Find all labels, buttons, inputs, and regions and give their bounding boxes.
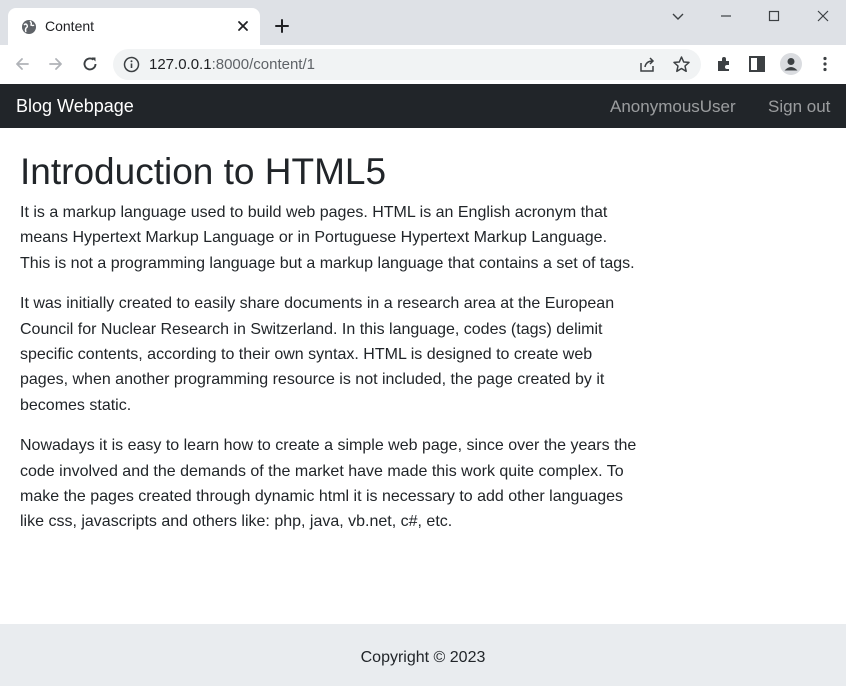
bookmark-star-icon[interactable]: [672, 55, 691, 74]
extensions-icon[interactable]: [714, 54, 734, 74]
close-tab-icon[interactable]: [235, 18, 251, 34]
new-tab-icon[interactable]: [273, 17, 291, 35]
profile-avatar-icon[interactable]: [779, 52, 803, 76]
article-paragraph: It is a markup language used to build we…: [20, 204, 635, 272]
url-path: :8000/content/1: [211, 56, 315, 73]
navbar-username[interactable]: AnonymousUser: [610, 97, 736, 117]
globe-icon: [22, 20, 36, 34]
side-panel-icon[interactable]: [747, 54, 767, 74]
tab-search-chevron-icon[interactable]: [668, 6, 688, 26]
article-title: Introduction to HTML5: [20, 151, 387, 192]
back-arrow-icon[interactable]: [12, 54, 32, 74]
browser-tab[interactable]: Content: [8, 8, 260, 45]
minimize-icon[interactable]: [716, 6, 736, 26]
article-paragraph: It was initially created to easily share…: [20, 295, 615, 414]
window-close-icon[interactable]: [813, 6, 833, 26]
browser-toolbar: 127.0.0.1:8000/content/1: [0, 45, 846, 84]
address-bar[interactable]: 127.0.0.1:8000/content/1: [113, 49, 701, 80]
site-info-icon[interactable]: [123, 56, 140, 73]
page-footer: Copyright © 2023: [0, 624, 846, 686]
copyright-text: Copyright © 2023: [360, 649, 486, 666]
article-paragraph: Nowadays it is easy to learn how to crea…: [20, 437, 637, 531]
site-navbar: Blog Webpage AnonymousUser Sign out: [0, 84, 846, 128]
share-icon[interactable]: [638, 55, 657, 74]
maximize-icon[interactable]: [764, 6, 784, 26]
url-host: 127.0.0.1: [149, 56, 212, 73]
sign-out-link[interactable]: Sign out: [768, 97, 830, 117]
navbar-brand[interactable]: Blog Webpage: [16, 96, 134, 117]
forward-arrow-icon[interactable]: [46, 54, 66, 74]
browser-menu-icon[interactable]: [815, 54, 835, 74]
browser-tab-strip: Content: [0, 0, 846, 45]
reload-icon[interactable]: [80, 54, 100, 74]
url-text[interactable]: 127.0.0.1:8000/content/1: [149, 56, 315, 73]
article-content: Introduction to HTML5 It is a markup lan…: [20, 150, 640, 550]
tab-title: Content: [45, 18, 95, 34]
